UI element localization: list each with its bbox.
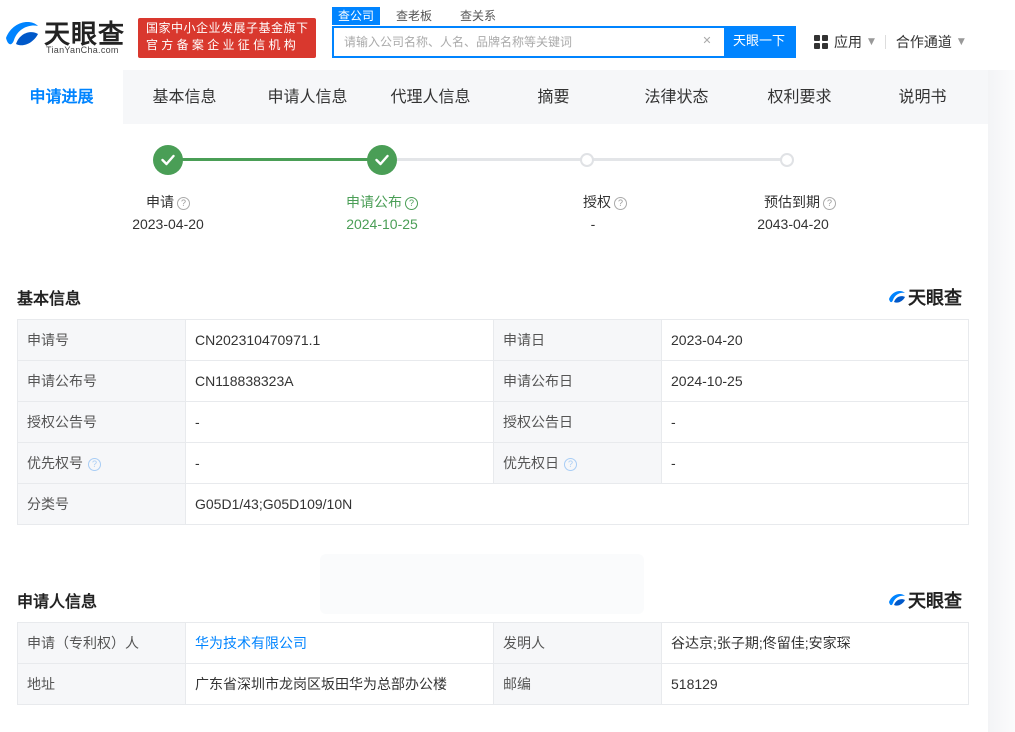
search-tab-company[interactable]: 查公司: [332, 7, 381, 25]
table-row: 分类号 G05D1/43;G05D109/10N: [17, 483, 969, 525]
tab-abstract[interactable]: 摘要: [492, 70, 615, 124]
header-right-nav: 应用 ▼ 合作通道 ▼: [814, 32, 965, 52]
help-icon[interactable]: ?: [564, 458, 577, 471]
clear-icon[interactable]: ✕: [700, 34, 714, 48]
field-value: G05D1/43;G05D109/10N: [185, 483, 969, 525]
badge-line-2: 官方备案企业征信机构: [146, 38, 300, 52]
step-date: -: [590, 216, 596, 232]
partner-menu[interactable]: 合作通道: [896, 32, 952, 52]
site-logo[interactable]: 天眼查 TianYanCha.com: [4, 14, 132, 58]
help-icon[interactable]: ?: [405, 197, 418, 210]
brand-watermark: 天眼查: [888, 284, 962, 310]
tab-description[interactable]: 说明书: [861, 70, 984, 124]
step-label: 申请公布?: [302, 192, 462, 212]
divider: [884, 35, 886, 49]
field-label: 申请日: [493, 319, 662, 361]
badge-line-1: 国家中小企业发展子基金旗下: [146, 21, 309, 35]
search-button[interactable]: 天眼一下: [724, 28, 794, 56]
apps-menu[interactable]: 应用: [834, 32, 862, 52]
step-label: 授权?: [525, 192, 685, 212]
field-label: 授权公告日: [493, 401, 662, 443]
tab-progress[interactable]: 申请进展: [0, 70, 123, 124]
help-icon[interactable]: ?: [177, 197, 190, 210]
step-pending-node: [780, 153, 794, 167]
table-row: 授权公告号 - 授权公告日 -: [17, 401, 969, 443]
search-input[interactable]: [334, 28, 714, 56]
tab-legal-status[interactable]: 法律状态: [615, 70, 738, 124]
field-label: 申请号: [17, 319, 186, 361]
applicant-link[interactable]: 华为技术有限公司: [195, 635, 307, 651]
help-icon[interactable]: ?: [88, 458, 101, 471]
brand-watermark: 天眼查: [888, 587, 962, 613]
field-value: 谷达京;张子期;佟留佳;安家琛: [661, 622, 969, 664]
section-title: 申请人信息: [17, 592, 98, 611]
table-row: 地址 广东省深圳市龙岗区坂田华为总部办公楼 邮编 518129: [17, 663, 969, 705]
field-label: 邮编: [493, 663, 662, 705]
tab-applicant-info[interactable]: 申请人信息: [246, 70, 369, 124]
tab-claims[interactable]: 权利要求: [738, 70, 861, 124]
table-row: 申请（专利权）人 华为技术有限公司 发明人 谷达京;张子期;佟留佳;安家琛: [17, 622, 969, 664]
field-label: 申请（专利权）人: [17, 622, 186, 664]
step-done-node: [367, 145, 397, 175]
tab-agent-info[interactable]: 代理人信息: [369, 70, 492, 124]
field-value: 2023-04-20: [661, 319, 969, 361]
field-label: 发明人: [493, 622, 662, 664]
field-value: 广东省深圳市龙岗区坂田华为总部办公楼: [185, 663, 494, 705]
field-label: 申请公布日: [493, 360, 662, 402]
help-icon[interactable]: ?: [823, 197, 836, 210]
field-value: -: [661, 401, 969, 443]
table-row: 申请号 CN202310470971.1 申请日 2023-04-20: [17, 319, 969, 361]
step-date: 2023-04-20: [132, 216, 204, 232]
table-row: 优先权号? - 优先权日? -: [17, 442, 969, 484]
field-label: 优先权日?: [493, 442, 662, 484]
step-date: 2043-04-20: [757, 216, 829, 232]
step-label: 预估到期?: [720, 192, 880, 212]
page-side-gutter: [988, 70, 1015, 732]
field-value: 518129: [661, 663, 969, 705]
search-tab-boss[interactable]: 查老板: [390, 7, 438, 25]
table-row: 申请公布号 CN118838323A 申请公布日 2024-10-25: [17, 360, 969, 402]
field-value: -: [661, 442, 969, 484]
step-date: 2024-10-25: [346, 216, 418, 232]
eye-logo-icon: [889, 291, 905, 303]
step-label: 申请?: [88, 192, 248, 212]
caret-down-icon: ▼: [868, 37, 875, 47]
search-type-tabs: 查公司 查老板 查关系: [332, 6, 518, 26]
section-tabs: 申请进展 基本信息 申请人信息 代理人信息 摘要 法律状态 权利要求 说明书: [0, 70, 988, 124]
field-value: -: [185, 401, 494, 443]
section-title: 基本信息: [17, 289, 82, 308]
field-label: 地址: [17, 663, 186, 705]
field-label: 优先权号?: [17, 442, 186, 484]
apps-grid-icon: [814, 35, 828, 49]
field-label: 授权公告号: [17, 401, 186, 443]
search-tab-relation[interactable]: 查关系: [454, 7, 502, 25]
eye-logo-icon: [6, 22, 38, 46]
progress-timeline: 申请? 2023-04-20 申请公布? 2024-10-25 授权? - 预估…: [0, 124, 988, 264]
search-box: ✕ 天眼一下: [332, 26, 796, 58]
field-value: CN118838323A: [185, 360, 494, 402]
step-done-node: [153, 145, 183, 175]
logo-domain: TianYanCha.com: [46, 45, 119, 55]
eye-logo-icon: [889, 594, 905, 606]
caret-down-icon: ▼: [957, 37, 965, 47]
field-value: 华为技术有限公司: [185, 622, 494, 664]
field-value: -: [185, 442, 494, 484]
applicant-info-table: 申请（专利权）人 华为技术有限公司 发明人 谷达京;张子期;佟留佳;安家琛 地址…: [17, 622, 969, 705]
field-value: 2024-10-25: [661, 360, 969, 402]
basic-info-table: 申请号 CN202310470971.1 申请日 2023-04-20 申请公布…: [17, 319, 969, 525]
progress-line-done: [168, 158, 382, 161]
check-icon: [161, 154, 175, 166]
field-label: 分类号: [17, 483, 186, 525]
help-icon[interactable]: ?: [614, 197, 627, 210]
field-label: 申请公布号: [17, 360, 186, 402]
official-badge: 国家中小企业发展子基金旗下 官方备案企业征信机构: [138, 18, 316, 58]
check-icon: [375, 154, 389, 166]
step-pending-node: [580, 153, 594, 167]
tab-basic-info[interactable]: 基本信息: [123, 70, 246, 124]
field-value: CN202310470971.1: [185, 319, 494, 361]
faded-watermark: [320, 554, 644, 614]
top-header: 天眼查 TianYanCha.com 国家中小企业发展子基金旗下 官方备案企业征…: [0, 0, 1015, 70]
